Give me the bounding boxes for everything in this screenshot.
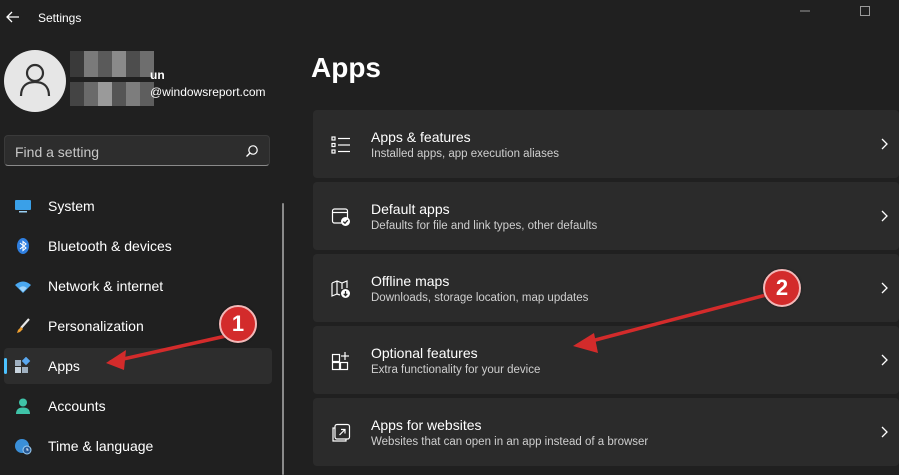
annotation-badge-1: 1 — [219, 305, 257, 343]
sidebar-item-label: Accounts — [48, 398, 106, 414]
map-download-icon — [331, 280, 350, 298]
page-title: Apps — [311, 52, 381, 83]
sidebar-item-label: Network & internet — [48, 278, 164, 294]
card-apps-for-websites[interactable]: Apps for websites Websites that can open… — [313, 398, 899, 466]
card-offline-maps[interactable]: Offline maps Downloads, storage location… — [313, 254, 899, 322]
sidebar-item-label: System — [48, 198, 95, 214]
sidebar-item-network[interactable]: Network & internet — [4, 268, 272, 304]
card-default-apps[interactable]: Default apps Defaults for file and link … — [313, 182, 899, 250]
card-description: Websites that can open in an app instead… — [371, 436, 649, 448]
card-description: Installed apps, app execution aliases — [371, 148, 559, 160]
chevron-right-icon — [881, 210, 888, 222]
card-title: Apps & features — [371, 129, 471, 145]
settings-card-list: Apps & features Installed apps, app exec… — [313, 110, 899, 470]
user-profile[interactable]: un @windowsreport.com — [4, 50, 294, 114]
bluetooth-icon — [17, 238, 29, 254]
monitor-icon — [15, 200, 31, 213]
paintbrush-icon — [17, 318, 30, 333]
wifi-icon — [15, 281, 31, 293]
window-title: Settings — [38, 11, 82, 25]
maximize-icon[interactable] — [858, 4, 872, 18]
open-link-icon — [332, 423, 351, 442]
sidebar-item-label: Personalization — [48, 318, 144, 334]
profile-name: un — [150, 68, 165, 82]
user-icon — [19, 63, 51, 97]
globe-clock-icon — [15, 439, 32, 455]
back-arrow-icon[interactable] — [4, 8, 22, 26]
card-title: Offline maps — [371, 273, 450, 289]
card-title: Optional features — [371, 345, 478, 361]
sidebar-item-label: Apps — [48, 358, 80, 374]
person-icon — [16, 398, 30, 414]
default-apps-icon — [331, 208, 350, 226]
sidebar-item-apps[interactable]: Apps — [4, 348, 272, 384]
sidebar-item-bluetooth[interactable]: Bluetooth & devices — [4, 228, 272, 264]
avatar[interactable] — [4, 50, 66, 112]
grid-add-icon — [331, 352, 349, 371]
list-icon — [331, 136, 350, 154]
blurred-email-block — [70, 82, 154, 106]
card-apps-features[interactable]: Apps & features Installed apps, app exec… — [313, 110, 899, 178]
card-description: Extra functionality for your device — [371, 364, 541, 376]
card-description: Defaults for file and link types, other … — [371, 220, 598, 232]
card-title: Default apps — [371, 201, 450, 217]
apps-icon — [15, 357, 31, 373]
blurred-name-block — [70, 51, 154, 77]
chevron-right-icon — [881, 426, 888, 438]
minimize-icon[interactable] — [798, 4, 812, 18]
chevron-right-icon — [881, 354, 888, 366]
card-optional-features[interactable]: Optional features Extra functionality fo… — [313, 326, 899, 394]
annotation-badge-2: 2 — [763, 269, 801, 307]
card-description: Downloads, storage location, map updates — [371, 292, 589, 304]
card-title: Apps for websites — [371, 417, 482, 433]
sidebar-item-accounts[interactable]: Accounts — [4, 388, 272, 424]
search-placeholder: Find a setting — [15, 144, 100, 160]
title-bar: Settings — [0, 0, 899, 36]
sidebar-item-time-language[interactable]: Time & language — [4, 428, 272, 464]
sidebar-item-label: Bluetooth & devices — [48, 238, 172, 254]
sidebar-item-system[interactable]: System — [4, 188, 272, 224]
search-input[interactable]: Find a setting — [4, 135, 270, 166]
search-icon[interactable] — [245, 144, 259, 158]
chevron-right-icon — [881, 138, 888, 150]
sidebar-item-label: Time & language — [48, 438, 154, 454]
sidebar-scrollbar[interactable] — [282, 203, 284, 475]
chevron-right-icon — [881, 282, 888, 294]
profile-email: @windowsreport.com — [150, 85, 266, 99]
